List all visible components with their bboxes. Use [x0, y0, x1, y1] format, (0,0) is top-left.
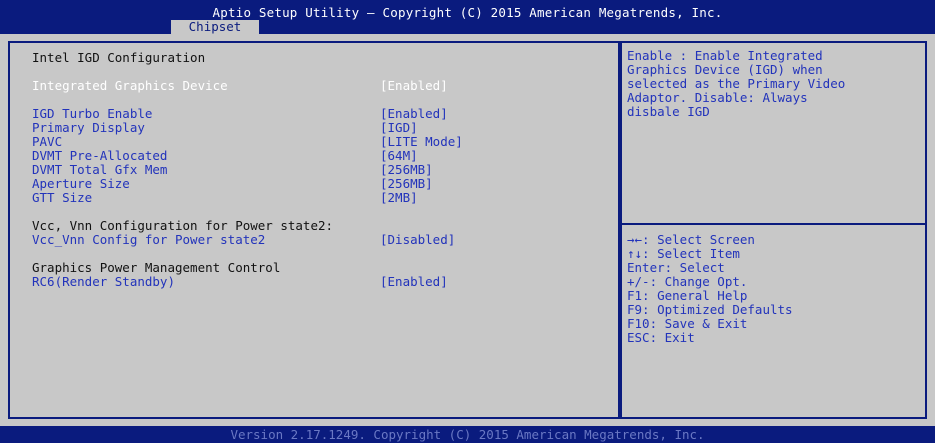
setting-value[interactable]: [Disabled]	[380, 233, 455, 247]
setting-value[interactable]: [2MB]	[380, 191, 418, 205]
setting-value[interactable]: [256MB]	[380, 177, 433, 191]
setting-label: DVMT Total Gfx Mem	[32, 162, 168, 177]
setting-label: DVMT Pre-Allocated	[32, 148, 168, 163]
help-panel: Enable : Enable Integrated Graphics Devi…	[620, 41, 927, 419]
help-divider	[622, 223, 925, 225]
setting-label: Primary Display	[32, 120, 145, 135]
setting-value[interactable]: [IGD]	[380, 121, 418, 135]
vcc-heading-label: Vcc, Vnn Configuration for Power state2:	[32, 218, 334, 233]
setting-label: PAVC	[32, 134, 63, 149]
key-exit: ESC: Exit	[627, 330, 695, 345]
key-enter-select: Enter: Select	[627, 260, 725, 275]
help-description: Enable : Enable Integrated Graphics Devi…	[627, 48, 846, 119]
setting-value[interactable]: [Enabled]	[380, 107, 448, 121]
key-optimized-defaults: F9: Optimized Defaults	[627, 302, 793, 317]
setting-label: GTT Size	[32, 190, 93, 205]
gpm-heading-label: Graphics Power Management Control	[32, 260, 281, 275]
key-general-help: F1: General Help	[627, 288, 748, 303]
key-select-screen: →←: Select Screen	[627, 232, 755, 247]
setting-value[interactable]: [Enabled]	[380, 275, 448, 289]
settings-panel: Intel IGD Configuration Integrated Graph…	[8, 41, 620, 419]
version-footer: Version 2.17.1249. Copyright (C) 2015 Am…	[0, 426, 935, 443]
key-save-exit: F10: Save & Exit	[627, 316, 748, 331]
setting-value[interactable]: [256MB]	[380, 163, 433, 177]
setting-label: IGD Turbo Enable	[32, 106, 153, 121]
tab-chipset[interactable]: Chipset	[171, 20, 259, 34]
key-select-item: ↑↓: Select Item	[627, 246, 740, 261]
setting-label: Aperture Size	[32, 176, 130, 191]
setting-value[interactable]: [Enabled]	[380, 79, 448, 93]
setting-label: Vcc_Vnn Config for Power state2	[32, 232, 266, 247]
section-title-label: Intel IGD Configuration	[32, 50, 206, 65]
setting-label: RC6(Render Standby)	[32, 274, 175, 289]
key-legend: →←: Select Screen ↑↓: Select Item Enter:…	[627, 233, 793, 345]
key-change-opt: +/-: Change Opt.	[627, 274, 748, 289]
setting-value[interactable]: [LITE Mode]	[380, 135, 463, 149]
setting-label: Integrated Graphics Device	[32, 78, 228, 93]
title-bar: Aptio Setup Utility – Copyright (C) 2015…	[0, 0, 935, 34]
app-title: Aptio Setup Utility – Copyright (C) 2015…	[212, 5, 723, 20]
main-area: Intel IGD Configuration Integrated Graph…	[0, 34, 935, 426]
setting-value[interactable]: [64M]	[380, 149, 418, 163]
